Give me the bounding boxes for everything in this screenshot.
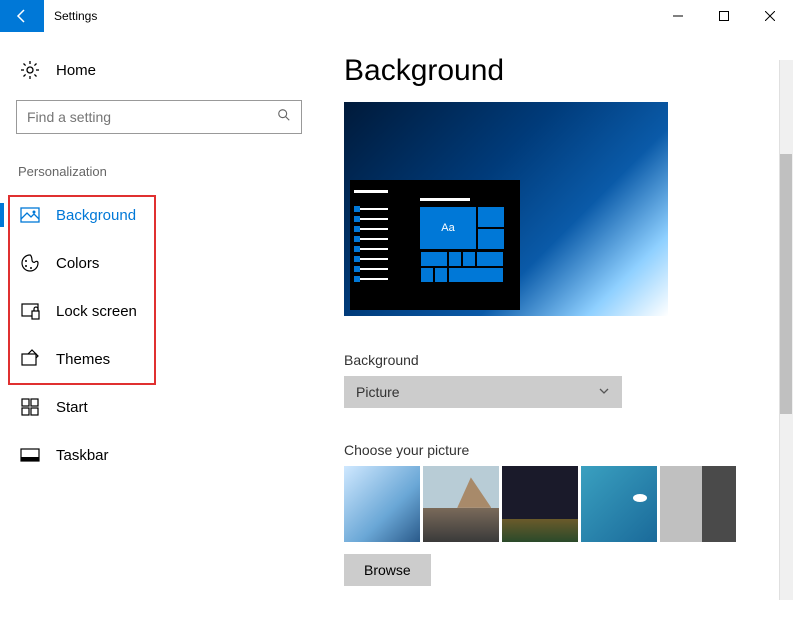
picture-thumbnails: [344, 466, 769, 542]
home-label: Home: [56, 62, 96, 79]
nav-label: Background: [56, 207, 136, 224]
sidebar-item-start[interactable]: Start: [16, 383, 304, 431]
maximize-button[interactable]: [701, 0, 747, 32]
background-preview: Aa: [344, 102, 668, 316]
app-title: Settings: [44, 9, 655, 23]
maximize-icon: [719, 11, 729, 21]
preview-start-panel: Aa: [350, 180, 520, 310]
browse-button[interactable]: Browse: [344, 554, 431, 586]
close-icon: [765, 11, 775, 21]
nav-label: Lock screen: [56, 303, 137, 320]
picture-icon: [20, 205, 40, 225]
search-icon: [277, 108, 291, 127]
nav-label: Taskbar: [56, 447, 109, 464]
picture-thumbnail[interactable]: [581, 466, 657, 542]
sidebar-item-lock-screen[interactable]: Lock screen: [16, 287, 304, 335]
back-button[interactable]: [0, 0, 44, 32]
taskbar-icon: [20, 445, 40, 465]
window-controls: [655, 0, 793, 32]
sidebar-item-themes[interactable]: Themes: [16, 335, 304, 383]
dropdown-value: Picture: [356, 384, 400, 400]
picture-thumbnail[interactable]: [502, 466, 578, 542]
picture-thumbnail[interactable]: [660, 466, 736, 542]
palette-icon: [20, 253, 40, 273]
section-label: Personalization: [16, 164, 304, 179]
background-type-dropdown[interactable]: Picture: [344, 376, 622, 408]
picture-thumbnail[interactable]: [423, 466, 499, 542]
chevron-down-icon: [598, 384, 610, 400]
page-heading: Background: [344, 54, 769, 88]
sidebar-item-background[interactable]: Background: [16, 191, 304, 239]
search-input[interactable]: [27, 109, 277, 125]
start-icon: [20, 397, 40, 417]
scrollbar-thumb[interactable]: [780, 154, 792, 414]
sidebar-item-taskbar[interactable]: Taskbar: [16, 431, 304, 479]
gear-icon: [20, 60, 40, 80]
nav-label: Colors: [56, 255, 99, 272]
sidebar: Home Personalization Background Colors: [0, 32, 320, 620]
search-box[interactable]: [16, 100, 302, 134]
sidebar-item-colors[interactable]: Colors: [16, 239, 304, 287]
home-nav[interactable]: Home: [16, 52, 304, 88]
background-type-label: Background: [344, 352, 769, 368]
lock-screen-icon: [20, 301, 40, 321]
nav-label: Themes: [56, 351, 110, 368]
minimize-icon: [673, 11, 683, 21]
minimize-button[interactable]: [655, 0, 701, 32]
main-content: Background Aa: [320, 32, 793, 620]
picture-thumbnail[interactable]: [344, 466, 420, 542]
themes-icon: [20, 349, 40, 369]
preview-tile-text: Aa: [420, 207, 476, 249]
nav-list: Background Colors Lock screen Themes: [16, 191, 304, 479]
nav-label: Start: [56, 399, 88, 416]
title-bar: Settings: [0, 0, 793, 32]
close-button[interactable]: [747, 0, 793, 32]
choose-picture-label: Choose your picture: [344, 442, 769, 458]
arrow-left-icon: [14, 8, 30, 24]
vertical-scrollbar[interactable]: [779, 60, 793, 600]
